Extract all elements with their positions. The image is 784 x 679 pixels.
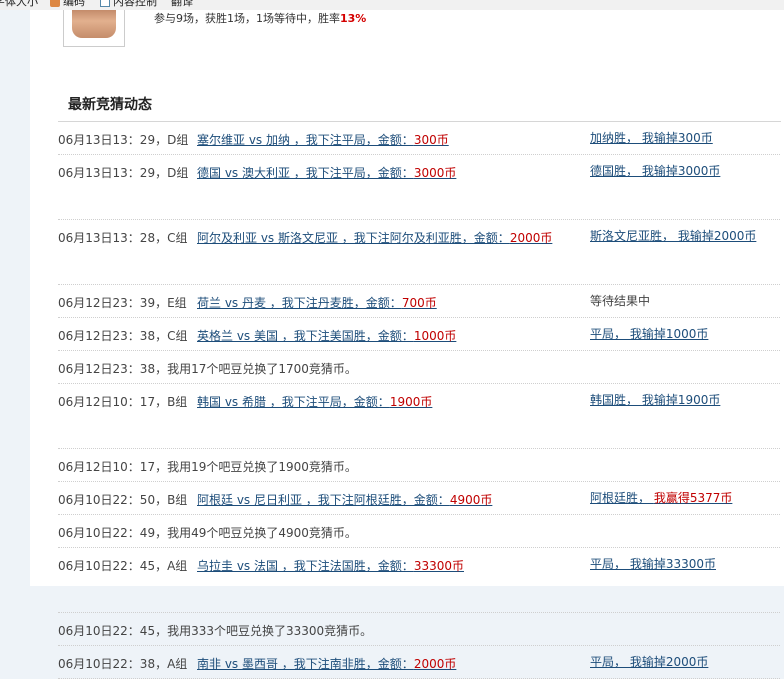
browser-toolbar: 字体大小 编码 内容控制 翻译 bbox=[0, 0, 784, 10]
bet-link[interactable]: 德国 vs 澳大利亚 ，我下注平局，金额：3000币 bbox=[197, 164, 456, 181]
bet-text: 英格兰 vs 美国 ，我下注美国胜，金额： bbox=[197, 329, 414, 343]
encoding-icon bbox=[50, 0, 60, 7]
bet-result: 斯洛文尼亚胜， 我输掉2000币 bbox=[590, 220, 765, 252]
result-text: 平局， 我输掉33300币 bbox=[590, 557, 716, 571]
content-control-icon bbox=[100, 0, 110, 7]
row-time: 06月10日22：45，A组 bbox=[58, 559, 188, 573]
result-link[interactable]: 阿根廷胜， 我赢得5377币 bbox=[590, 491, 732, 505]
result-text: 德国胜， 我输掉3000币 bbox=[590, 164, 721, 178]
exchange-text: 06月10日22：45，我用333个吧豆兑换了33300竞猜币。 bbox=[58, 624, 373, 638]
result-link[interactable]: 德国胜， 我输掉3000币 bbox=[590, 164, 720, 178]
exchange-row: 06月12日10：17，我用19个吧豆兑换了1900竞猜币。 bbox=[30, 449, 784, 482]
bet-text: 阿根廷 vs 尼日利亚 ，我下注阿根廷胜，金额： bbox=[197, 493, 450, 507]
result-link[interactable]: 平局， 我输掉33300币 bbox=[590, 557, 716, 571]
translate-menu[interactable]: 翻译 bbox=[171, 0, 193, 9]
bet-text: 乌拉圭 vs 法国 ，我下注法国胜，金额： bbox=[197, 559, 414, 573]
row-time: 06月13日13：29，D组 bbox=[58, 133, 189, 147]
row-time: 06月13日13：28，C组 bbox=[58, 231, 188, 245]
bet-result: 加纳胜， 我输掉300币 bbox=[590, 122, 765, 154]
bet-row: 06月13日13：29，D组 塞尔维亚 vs 加纳 ，我下注平局，金额：300币 加… bbox=[30, 122, 784, 155]
result-link[interactable]: 韩国胜， 我输掉1900币 bbox=[590, 393, 720, 407]
result-win: 我赢得5377币 bbox=[653, 491, 733, 505]
bet-amount: 300币 bbox=[413, 133, 449, 147]
bet-text: 南非 vs 墨西哥 ，我下注南非胜，金额： bbox=[197, 657, 414, 671]
encoding-label: 编码 bbox=[63, 0, 85, 8]
bet-amount: 1900币 bbox=[389, 395, 433, 409]
row-time: 06月10日22：50，B组 bbox=[58, 493, 188, 507]
bet-link[interactable]: 南非 vs 墨西哥 ，我下注南非胜，金额：2000币 bbox=[197, 655, 456, 672]
bet-amount: 33300币 bbox=[413, 559, 464, 573]
bet-row: 06月10日22：45，A组 乌拉圭 vs 法国 ，我下注法国胜，金额：33300… bbox=[30, 548, 784, 613]
bet-result: 平局， 我输掉2000币 bbox=[590, 646, 765, 678]
bet-text: 塞尔维亚 vs 加纳 ，我下注平局，金额： bbox=[197, 133, 414, 147]
bet-amount: 700币 bbox=[401, 296, 437, 310]
exchange-row: 06月12日23：38，我用17个吧豆兑换了1700竞猜币。 bbox=[30, 351, 784, 384]
bet-link[interactable]: 韩国 vs 希腊 ，我下注平局，金额：1900币 bbox=[197, 393, 432, 410]
bet-row: 06月12日23：39，E组 荷兰 vs 丹麦 ，我下注丹麦胜，金额：700币 等待… bbox=[30, 285, 784, 318]
exchange-text: 06月10日22：49，我用49个吧豆兑换了4900竞猜币。 bbox=[58, 526, 357, 540]
win-rate: 13% bbox=[340, 12, 367, 25]
row-time: 06月12日23：38，C组 bbox=[58, 329, 188, 343]
bet-result: 等待结果中 bbox=[590, 285, 765, 317]
bet-link[interactable]: 乌拉圭 vs 法国 ，我下注法国胜，金额：33300币 bbox=[197, 557, 464, 574]
exchange-text: 06月12日23：38，我用17个吧豆兑换了1700竞猜币。 bbox=[58, 362, 357, 376]
bet-row: 06月12日10：17，B组 韩国 vs 希腊 ，我下注平局，金额：1900币 韩国… bbox=[30, 384, 784, 449]
result-link[interactable]: 加纳胜， 我输掉300币 bbox=[590, 131, 713, 145]
result-text: 平局， 我输掉1000币 bbox=[590, 327, 709, 341]
result-text: 阿根廷胜， bbox=[590, 491, 654, 505]
bet-amount: 2000币 bbox=[509, 231, 553, 245]
result-text: 等待结果中 bbox=[590, 294, 651, 308]
bet-row: 06月13日13：28，C组 阿尔及利亚 vs 斯洛文尼亚 ，我下注阿尔及利亚胜，… bbox=[30, 220, 784, 285]
result-text: 平局， 我输掉2000币 bbox=[590, 655, 709, 669]
bet-link[interactable]: 阿根廷 vs 尼日利亚 ，我下注阿根廷胜，金额：4900币 bbox=[197, 491, 492, 508]
stats-text: 参与9场，获胜1场，1场等待中，胜率 bbox=[154, 12, 340, 25]
result-link[interactable]: 平局， 我输掉2000币 bbox=[590, 655, 708, 669]
result-link[interactable]: 斯洛文尼亚胜， 我输掉2000币 bbox=[590, 229, 756, 243]
bet-amount: 1000币 bbox=[413, 329, 457, 343]
user-stats: 参与9场，获胜1场，1场等待中，胜率13% bbox=[154, 10, 366, 26]
encoding-menu[interactable]: 编码 bbox=[50, 0, 85, 9]
bet-amount: 3000币 bbox=[413, 166, 457, 180]
section-title: 最新竞猜动态 bbox=[68, 97, 152, 113]
bet-result: 平局， 我输掉1000币 bbox=[590, 318, 765, 350]
bet-row: 06月12日23：38，C组 英格兰 vs 美国 ，我下注美国胜，金额：1000币… bbox=[30, 318, 784, 351]
bet-result: 阿根廷胜， 我赢得5377币 bbox=[590, 482, 765, 514]
bet-link[interactable]: 塞尔维亚 vs 加纳 ，我下注平局，金额：300币 bbox=[197, 131, 449, 148]
result-text: 斯洛文尼亚胜， 我输掉2000币 bbox=[590, 229, 757, 243]
row-time: 06月12日10：17，B组 bbox=[58, 395, 188, 409]
bet-text: 阿尔及利亚 vs 斯洛文尼亚 ，我下注阿尔及利亚胜，金额： bbox=[197, 231, 510, 245]
result-link[interactable]: 平局， 我输掉1000币 bbox=[590, 327, 708, 341]
bet-amount: 4900币 bbox=[449, 493, 493, 507]
content-control-label: 内容控制 bbox=[113, 0, 157, 8]
exchange-row: 06月10日22：49，我用49个吧豆兑换了4900竞猜币。 bbox=[30, 515, 784, 548]
bet-text: 德国 vs 澳大利亚 ，我下注平局，金额： bbox=[197, 166, 414, 180]
bet-row: 06月10日22：38，A组 南非 vs 墨西哥 ，我下注南非胜，金额：2000币… bbox=[30, 646, 784, 679]
exchange-row: 06月10日22：45，我用333个吧豆兑换了33300竞猜币。 bbox=[30, 613, 784, 646]
exchange-text: 06月12日10：17，我用19个吧豆兑换了1900竞猜币。 bbox=[58, 460, 357, 474]
bet-link[interactable]: 荷兰 vs 丹麦 ，我下注丹麦胜，金额：700币 bbox=[197, 294, 437, 311]
result-text: 加纳胜， 我输掉300币 bbox=[590, 131, 713, 145]
bet-text: 荷兰 vs 丹麦 ，我下注丹麦胜，金额： bbox=[197, 296, 402, 310]
bet-result: 德国胜， 我输掉3000币 bbox=[590, 155, 765, 187]
result-text: 韩国胜， 我输掉1900币 bbox=[590, 393, 721, 407]
bet-amount: 2000币 bbox=[413, 657, 457, 671]
bet-row: 06月13日13：29，D组 德国 vs 澳大利亚 ，我下注平局，金额：3000币… bbox=[30, 155, 784, 220]
bet-link[interactable]: 英格兰 vs 美国 ，我下注美国胜，金额：1000币 bbox=[197, 327, 456, 344]
row-time: 06月13日13：29，D组 bbox=[58, 166, 189, 180]
content-control-menu[interactable]: 内容控制 bbox=[100, 0, 157, 9]
bet-text: 韩国 vs 希腊 ，我下注平局，金额： bbox=[197, 395, 390, 409]
row-time: 06月10日22：38，A组 bbox=[58, 657, 188, 671]
bet-result: 韩国胜， 我输掉1900币 bbox=[590, 384, 765, 416]
activity-list: 06月13日13：29，D组 塞尔维亚 vs 加纳 ，我下注平局，金额：300币加… bbox=[30, 122, 784, 679]
content-panel: 参与9场，获胜1场，1场等待中，胜率13% 最新竞猜动态 06月13日13：29… bbox=[30, 0, 784, 679]
font-size-menu[interactable]: 字体大小 bbox=[0, 0, 38, 9]
bet-result: 平局， 我输掉33300币 bbox=[590, 548, 765, 580]
bet-row: 06月10日22：50，B组 阿根廷 vs 尼日利亚 ，我下注阿根廷胜，金额：49… bbox=[30, 482, 784, 515]
row-time: 06月12日23：39，E组 bbox=[58, 296, 187, 310]
bet-link[interactable]: 阿尔及利亚 vs 斯洛文尼亚 ，我下注阿尔及利亚胜，金额：2000币 bbox=[197, 229, 552, 246]
